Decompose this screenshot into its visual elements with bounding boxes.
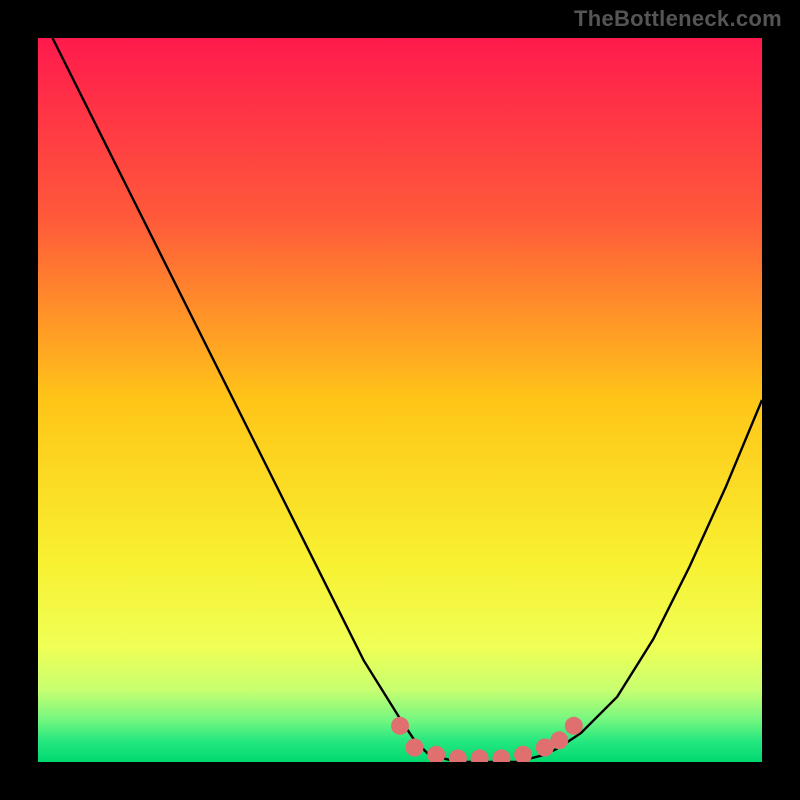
dot-marker	[565, 717, 583, 735]
dot-marker	[406, 739, 424, 757]
plot-area	[38, 38, 762, 762]
watermark-text: TheBottleneck.com	[574, 6, 782, 32]
background-rect	[38, 38, 762, 762]
chart-svg	[38, 38, 762, 762]
chart-frame: TheBottleneck.com	[0, 0, 800, 800]
dot-marker	[550, 731, 568, 749]
dot-marker	[391, 717, 409, 735]
